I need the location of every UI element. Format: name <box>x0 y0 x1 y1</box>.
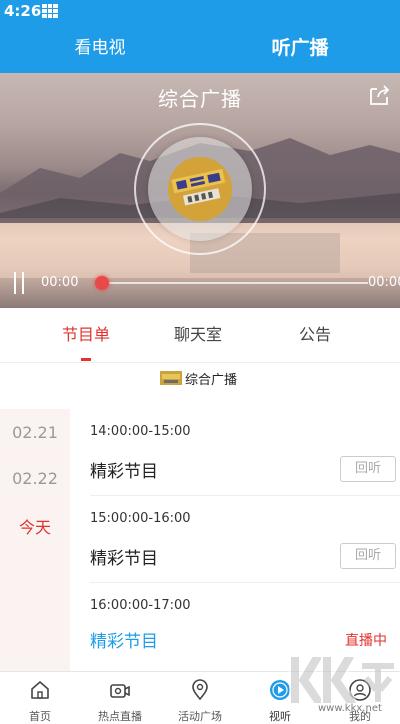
program-title[interactable]: 精彩节目 <box>90 627 158 652</box>
nav-hot-live[interactable]: 热点直播 <box>80 672 160 723</box>
player-controls: 00:00 00:00 <box>0 269 400 297</box>
date-item[interactable]: 02.22 <box>0 469 70 488</box>
nav-activity-square[interactable]: 活动广场 <box>160 672 240 723</box>
program-time: 16:00:00-17:00 <box>90 598 191 613</box>
location-pin-icon <box>192 679 208 701</box>
program-title[interactable]: 精彩节目 <box>90 544 158 569</box>
program-title[interactable]: 精彩节目 <box>90 457 158 482</box>
date-selector: 02.21 02.22 今天 <box>0 409 70 671</box>
replay-button[interactable]: 回听 <box>340 456 396 482</box>
progress-knob[interactable] <box>95 276 109 290</box>
nav-home[interactable]: 首页 <box>0 672 80 723</box>
station-name: 综合广播 <box>185 373 238 388</box>
nav-label: 热点直播 <box>98 710 142 723</box>
share-icon[interactable] <box>368 83 392 107</box>
live-camera-icon <box>110 684 130 698</box>
tab-announcement[interactable]: 公告 <box>265 321 365 345</box>
program-time: 14:00:00-15:00 <box>90 424 191 439</box>
notification-grid-icon <box>42 4 58 18</box>
nav-label: 活动广场 <box>178 710 222 723</box>
home-icon <box>31 681 49 699</box>
watermark-url: www.kkx.net <box>318 703 382 714</box>
radio-player: 综合广播 00:00 00:00 <box>0 73 400 308</box>
elapsed-time: 00:00 <box>41 275 79 290</box>
date-item[interactable]: 02.21 <box>0 423 70 442</box>
progress-track[interactable] <box>102 282 368 284</box>
tab-chat-room[interactable]: 聊天室 <box>148 321 248 345</box>
current-station-row: 综合广播 <box>0 363 400 395</box>
active-tab-indicator <box>81 358 91 361</box>
tab-listen-radio[interactable]: 听广播 <box>200 23 400 73</box>
status-time: 4:26 <box>4 2 42 20</box>
content-tab-bar: 节目单 聊天室 公告 <box>0 308 400 363</box>
status-bar: 4:26 <box>0 0 400 23</box>
station-mini-logo <box>160 371 182 385</box>
program-time: 15:00:00-16:00 <box>90 511 191 526</box>
station-title: 综合广播 <box>158 87 242 111</box>
pause-icon[interactable] <box>12 272 26 294</box>
nav-label: 首页 <box>29 710 51 723</box>
station-logo <box>168 157 232 221</box>
tab-program-list[interactable]: 节目单 <box>36 321 136 345</box>
replay-button[interactable]: 回听 <box>340 543 396 569</box>
divider <box>90 495 400 496</box>
top-tab-bar: 看电视 听广播 <box>0 23 400 73</box>
divider <box>90 582 400 583</box>
total-time: 00:00 <box>368 275 400 290</box>
tab-watch-tv[interactable]: 看电视 <box>0 23 200 73</box>
date-item-today[interactable]: 今天 <box>0 514 70 538</box>
